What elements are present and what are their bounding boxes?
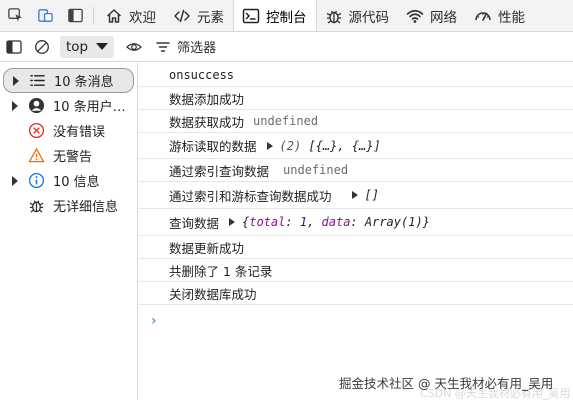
sidebar-item-label: 无警告	[53, 150, 93, 165]
sidebar-item-label: 没有错误	[53, 125, 106, 140]
console-message: 游标读取的数据 (2) [{…}, {…}]	[139, 133, 573, 159]
message-value: undefined	[253, 114, 319, 128]
object-value: 1	[299, 215, 308, 229]
sidebar-item-user-messages[interactable]: 10 条用户…	[3, 93, 134, 118]
tab-welcome[interactable]: 欢迎	[97, 0, 165, 31]
tab-label: 欢迎	[129, 9, 156, 26]
message-text: 查询数据	[169, 215, 220, 231]
console-message: 共删除了 1 条记录	[139, 259, 573, 282]
message-text: 通过索引查询数据	[169, 163, 270, 179]
object-key: data	[321, 215, 351, 229]
console-output: onsuccess 数据添加成功 数据获取成功 undefined 游标读取的数…	[139, 63, 573, 400]
sidebar-item-label: 10 信息	[53, 175, 100, 190]
live-expression-button[interactable]	[120, 32, 148, 62]
inspect-icon	[7, 8, 22, 22]
object-key: total	[249, 215, 286, 229]
console-toolbar: top 筛选器	[0, 32, 573, 62]
sidebar-item-warnings[interactable]: 无警告	[3, 143, 134, 168]
tab-sources[interactable]: 源代码	[317, 0, 399, 31]
wifi-icon	[406, 9, 424, 23]
filter-input[interactable]: 筛选器	[156, 37, 216, 56]
message-text: 关闭数据库成功	[169, 286, 257, 302]
sidebar-item-info[interactable]: 10 信息	[3, 168, 134, 193]
message-text: 游标读取的数据	[169, 139, 257, 154]
panel-icon	[67, 8, 83, 23]
error-icon	[28, 122, 44, 139]
user-icon	[28, 97, 44, 114]
context-selector-value: top	[66, 38, 89, 55]
tab-console[interactable]: 控制台	[233, 0, 317, 31]
object-preview[interactable]: []	[365, 188, 379, 202]
expand-object-icon[interactable]	[229, 218, 236, 226]
filter-icon	[156, 41, 170, 52]
filter-placeholder: 筛选器	[177, 41, 217, 56]
sidebar-item-verbose[interactable]: 无详细信息	[3, 193, 134, 218]
array-preview: [{…}, {…}]	[308, 138, 381, 153]
console-message: 数据获取成功 undefined	[139, 110, 573, 133]
bug-icon	[326, 10, 341, 24]
object-preview[interactable]: {total: 1, data: Array(1)}	[242, 215, 430, 229]
console-sidebar: 10 条消息 10 条用户… 没有错误 无警告 10 信息 无详细信息	[0, 63, 138, 400]
message-text: 通过索引和游标查询数据成功	[169, 188, 332, 204]
sidebar-item-label: 无详细信息	[53, 200, 119, 215]
sidebar-item-label: 10 条用户…	[53, 100, 126, 115]
device-icon	[37, 9, 53, 22]
chevron-down-icon	[96, 43, 109, 50]
clear-icon	[35, 39, 49, 54]
home-icon	[106, 8, 122, 23]
list-icon	[29, 75, 45, 86]
tab-label: 元素	[197, 9, 224, 26]
verbose-icon	[29, 200, 43, 213]
tab-label: 源代码	[348, 9, 390, 26]
expand-arrow-icon[interactable]	[10, 75, 22, 86]
object-preview[interactable]: (2) [{…}, {…}]	[280, 139, 381, 153]
inspect-element-button[interactable]	[0, 0, 30, 31]
tab-performance[interactable]: 性能	[466, 0, 534, 31]
sidebar-item-errors[interactable]: 没有错误	[3, 118, 134, 143]
expand-arrow-icon[interactable]	[9, 100, 21, 111]
tab-label: 控制台	[266, 9, 307, 26]
console-message: 通过索引和游标查询数据成功 []	[139, 182, 573, 209]
console-prompt-icon[interactable]: ›	[151, 313, 157, 329]
console-message: 查询数据 {total: 1, data: Array(1)}	[139, 209, 573, 236]
console-message: 数据添加成功	[139, 87, 573, 110]
console-message: 关闭数据库成功	[139, 282, 573, 305]
warning-icon	[28, 148, 44, 163]
console-message: 数据更新成功	[139, 236, 573, 259]
object-value: Array(1)	[364, 215, 423, 229]
sidebar-toggle-icon	[6, 39, 22, 54]
toolbar-divider	[93, 7, 94, 24]
eye-icon	[126, 42, 143, 51]
tab-elements[interactable]: 元素	[165, 0, 233, 31]
sidebar-item-label: 10 条消息	[54, 75, 114, 90]
message-text: 共删除了 1 条记录	[169, 263, 273, 279]
sidebar-item-messages[interactable]: 10 条消息	[3, 68, 134, 93]
info-icon	[28, 172, 44, 189]
message-text: 数据获取成功	[169, 114, 245, 130]
expand-arrow-icon[interactable]	[9, 175, 21, 186]
toggle-sidebar-button[interactable]	[0, 32, 28, 62]
console-message: 通过索引查询数据 undefined	[139, 159, 573, 182]
performance-icon	[475, 11, 491, 21]
watermark: 掘金技术社区 @ 天生我材必有用_吴用	[339, 376, 554, 391]
expand-object-icon[interactable]	[266, 141, 273, 150]
console-icon	[242, 8, 260, 23]
expand-object-icon[interactable]	[351, 191, 358, 199]
device-emulation-button[interactable]	[30, 0, 60, 31]
tab-label: 网络	[430, 9, 457, 26]
message-text: 数据更新成功	[169, 240, 245, 256]
code-icon	[174, 9, 190, 22]
tab-label: 性能	[498, 9, 525, 26]
array-length: (2)	[279, 138, 302, 153]
message-text: onsuccess	[169, 67, 235, 82]
dock-side-button[interactable]	[60, 0, 90, 31]
context-selector[interactable]: top	[60, 35, 115, 58]
clear-console-button[interactable]	[28, 32, 56, 62]
console-message: onsuccess	[139, 63, 573, 87]
message-value: undefined	[283, 163, 349, 177]
tab-network[interactable]: 网络	[398, 0, 466, 31]
devtools-tab-bar: 欢迎 元素 控制台 源代码 网络 性能	[0, 0, 573, 32]
message-text: 数据添加成功	[169, 91, 245, 107]
